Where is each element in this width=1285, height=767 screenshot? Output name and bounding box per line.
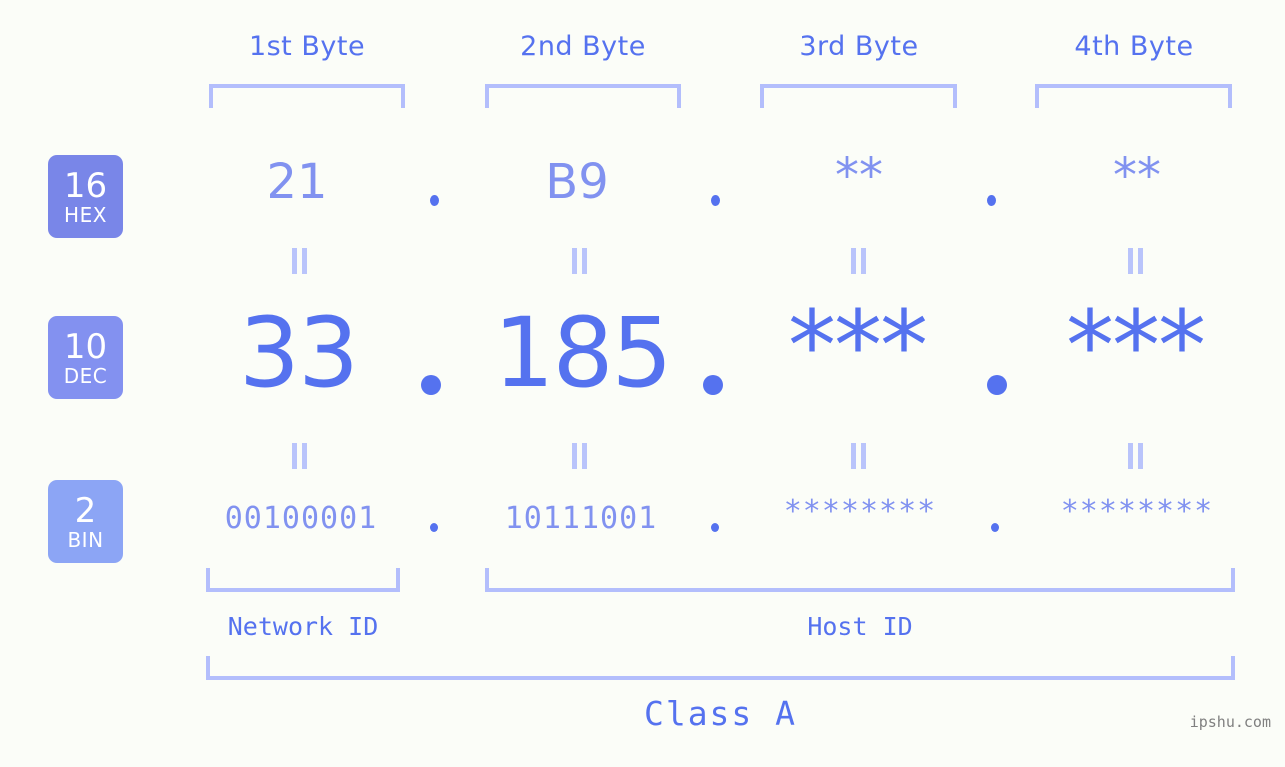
dec-separator-dot-2 [703,375,723,395]
hex-byte-4-value: ** [1113,148,1161,204]
equals-symbol-hex-dec-byte-3 [850,248,868,274]
bin-byte-3-value: ******** [783,494,937,529]
hex-byte-2-value: B9 [545,154,609,210]
equals-symbol-dec-bin-byte-2 [571,443,589,469]
ip-address-breakdown-diagram: 1st Byte 2nd Byte 3rd Byte 4th Byte 16 H… [0,0,1285,767]
equals-symbol-hex-dec-byte-2 [571,248,589,274]
base-badge-hex-label: HEX [64,202,107,227]
dec-separator-dot-3 [987,375,1007,395]
column-header-2nd-byte: 2nd Byte [520,31,646,62]
dec-byte-3-value: *** [788,290,928,402]
base-badge-bin-number: 2 [74,490,97,531]
equals-symbol-hex-dec-byte-1 [291,248,309,274]
bin-separator-dot-3 [991,523,999,532]
hex-separator-dot-2 [711,195,720,206]
column-bracket-3rd-byte [760,84,957,108]
column-header-1st-byte: 1st Byte [248,31,366,62]
hex-byte-3-value: ** [835,148,883,204]
network-id-label: Network ID [227,612,379,641]
hex-separator-dot-3 [987,195,996,206]
base-badge-dec-number: 10 [63,326,108,367]
bin-byte-2-value: 10111001 [504,501,658,536]
dec-byte-2-value: 185 [493,297,672,409]
base-badge-bin: 2 BIN [48,480,123,563]
bin-byte-1-value: 00100001 [224,501,378,536]
hex-separator-dot-1 [430,195,439,206]
equals-symbol-hex-dec-byte-4 [1127,248,1145,274]
bin-separator-dot-1 [430,523,438,532]
equals-symbol-dec-bin-byte-3 [850,443,868,469]
class-label: Class A [643,694,798,733]
equals-symbol-dec-bin-byte-4 [1127,443,1145,469]
base-badge-hex-number: 16 [63,165,108,206]
host-id-label: Host ID [807,612,913,641]
hex-byte-1-value: 21 [266,154,328,210]
column-bracket-4th-byte [1035,84,1232,108]
host-id-bracket [485,568,1235,592]
base-badge-bin-label: BIN [67,527,104,552]
column-header-3rd-byte: 3rd Byte [799,31,919,62]
column-bracket-1st-byte [209,84,405,108]
base-badge-dec-label: DEC [63,363,108,388]
column-bracket-2nd-byte [485,84,681,108]
bin-byte-4-value: ******** [1060,494,1214,529]
equals-symbol-dec-bin-byte-1 [291,443,309,469]
bin-separator-dot-2 [711,523,719,532]
base-badge-hex: 16 HEX [48,155,123,238]
dec-byte-1-value: 33 [238,297,359,409]
watermark: ipshu.com [1189,713,1271,731]
network-id-bracket [206,568,400,592]
base-badge-dec: 10 DEC [48,316,123,399]
column-header-4th-byte: 4th Byte [1074,31,1194,62]
dec-byte-4-value: *** [1066,290,1206,402]
dec-separator-dot-1 [421,375,441,395]
class-bracket [206,656,1235,680]
